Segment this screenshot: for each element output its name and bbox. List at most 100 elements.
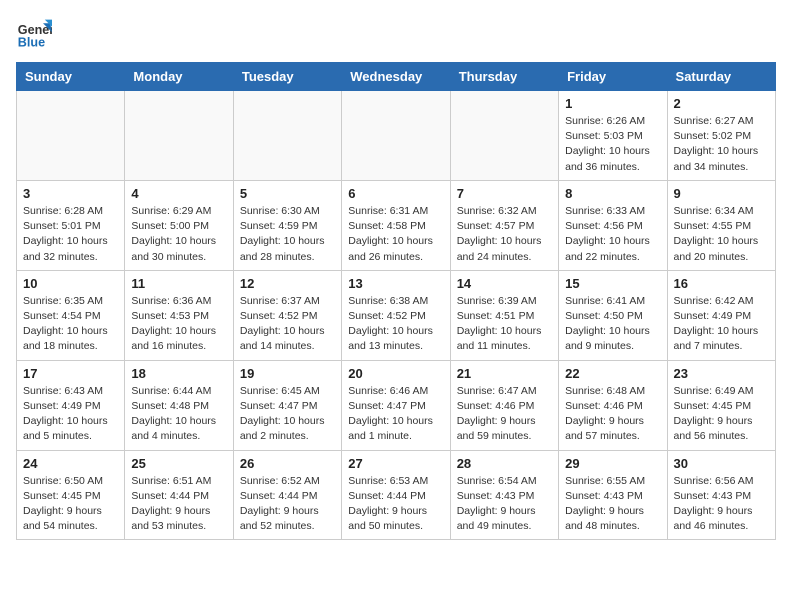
day-info: Sunrise: 6:44 AM Sunset: 4:48 PM Dayligh… xyxy=(131,384,226,445)
day-info: Sunrise: 6:41 AM Sunset: 4:50 PM Dayligh… xyxy=(565,294,660,355)
day-info: Sunrise: 6:34 AM Sunset: 4:55 PM Dayligh… xyxy=(674,204,769,265)
day-number: 3 xyxy=(23,186,118,201)
day-number: 19 xyxy=(240,366,335,381)
calendar-week-row: 24 Sunrise: 6:50 AM Sunset: 4:45 PM Dayli… xyxy=(17,450,776,540)
day-number: 6 xyxy=(348,186,443,201)
day-number: 27 xyxy=(348,456,443,471)
day-info: Sunrise: 6:49 AM Sunset: 4:45 PM Dayligh… xyxy=(674,384,769,445)
day-number: 9 xyxy=(674,186,769,201)
logo: General Blue xyxy=(16,16,56,52)
day-info: Sunrise: 6:33 AM Sunset: 4:56 PM Dayligh… xyxy=(565,204,660,265)
calendar-week-row: 3 Sunrise: 6:28 AM Sunset: 5:01 PM Daylig… xyxy=(17,180,776,270)
day-number: 28 xyxy=(457,456,552,471)
calendar-cell: 20 Sunrise: 6:46 AM Sunset: 4:47 PM Dayli… xyxy=(342,360,450,450)
day-info: Sunrise: 6:31 AM Sunset: 4:58 PM Dayligh… xyxy=(348,204,443,265)
logo-icon: General Blue xyxy=(16,16,52,52)
day-info: Sunrise: 6:42 AM Sunset: 4:49 PM Dayligh… xyxy=(674,294,769,355)
day-info: Sunrise: 6:26 AM Sunset: 5:03 PM Dayligh… xyxy=(565,114,660,175)
day-info: Sunrise: 6:54 AM Sunset: 4:43 PM Dayligh… xyxy=(457,474,552,535)
calendar-cell: 1 Sunrise: 6:26 AM Sunset: 5:03 PM Daylig… xyxy=(559,91,667,181)
day-info: Sunrise: 6:53 AM Sunset: 4:44 PM Dayligh… xyxy=(348,474,443,535)
calendar-cell xyxy=(233,91,341,181)
calendar-cell: 7 Sunrise: 6:32 AM Sunset: 4:57 PM Daylig… xyxy=(450,180,558,270)
day-info: Sunrise: 6:32 AM Sunset: 4:57 PM Dayligh… xyxy=(457,204,552,265)
calendar-cell: 3 Sunrise: 6:28 AM Sunset: 5:01 PM Daylig… xyxy=(17,180,125,270)
calendar-cell xyxy=(342,91,450,181)
day-info: Sunrise: 6:48 AM Sunset: 4:46 PM Dayligh… xyxy=(565,384,660,445)
day-info: Sunrise: 6:37 AM Sunset: 4:52 PM Dayligh… xyxy=(240,294,335,355)
day-number: 13 xyxy=(348,276,443,291)
weekday-header-friday: Friday xyxy=(559,63,667,91)
calendar-cell: 13 Sunrise: 6:38 AM Sunset: 4:52 PM Dayli… xyxy=(342,270,450,360)
calendar-cell: 18 Sunrise: 6:44 AM Sunset: 4:48 PM Dayli… xyxy=(125,360,233,450)
day-number: 10 xyxy=(23,276,118,291)
day-info: Sunrise: 6:39 AM Sunset: 4:51 PM Dayligh… xyxy=(457,294,552,355)
day-number: 20 xyxy=(348,366,443,381)
day-number: 7 xyxy=(457,186,552,201)
day-number: 22 xyxy=(565,366,660,381)
weekday-header-saturday: Saturday xyxy=(667,63,775,91)
day-number: 15 xyxy=(565,276,660,291)
calendar-cell: 24 Sunrise: 6:50 AM Sunset: 4:45 PM Dayli… xyxy=(17,450,125,540)
day-info: Sunrise: 6:52 AM Sunset: 4:44 PM Dayligh… xyxy=(240,474,335,535)
weekday-header-wednesday: Wednesday xyxy=(342,63,450,91)
day-info: Sunrise: 6:35 AM Sunset: 4:54 PM Dayligh… xyxy=(23,294,118,355)
calendar-cell: 27 Sunrise: 6:53 AM Sunset: 4:44 PM Dayli… xyxy=(342,450,450,540)
day-number: 24 xyxy=(23,456,118,471)
day-number: 26 xyxy=(240,456,335,471)
day-number: 25 xyxy=(131,456,226,471)
calendar-cell: 12 Sunrise: 6:37 AM Sunset: 4:52 PM Dayli… xyxy=(233,270,341,360)
calendar-cell: 6 Sunrise: 6:31 AM Sunset: 4:58 PM Daylig… xyxy=(342,180,450,270)
calendar-cell: 17Sunrise: 6:43 AM Sunset: 4:49 PM Dayli… xyxy=(17,360,125,450)
day-info: Sunrise: 6:50 AM Sunset: 4:45 PM Dayligh… xyxy=(23,474,118,535)
day-info: Sunrise: 6:46 AM Sunset: 4:47 PM Dayligh… xyxy=(348,384,443,445)
day-info: Sunrise: 6:36 AM Sunset: 4:53 PM Dayligh… xyxy=(131,294,226,355)
day-info: Sunrise: 6:27 AM Sunset: 5:02 PM Dayligh… xyxy=(674,114,769,175)
day-info: Sunrise: 6:30 AM Sunset: 4:59 PM Dayligh… xyxy=(240,204,335,265)
calendar-cell: 4 Sunrise: 6:29 AM Sunset: 5:00 PM Daylig… xyxy=(125,180,233,270)
day-number: 2 xyxy=(674,96,769,111)
calendar-cell: 22 Sunrise: 6:48 AM Sunset: 4:46 PM Dayli… xyxy=(559,360,667,450)
calendar-week-row: 17Sunrise: 6:43 AM Sunset: 4:49 PM Dayli… xyxy=(17,360,776,450)
calendar-cell: 23Sunrise: 6:49 AM Sunset: 4:45 PM Dayli… xyxy=(667,360,775,450)
calendar-cell: 5 Sunrise: 6:30 AM Sunset: 4:59 PM Daylig… xyxy=(233,180,341,270)
calendar-cell: 29Sunrise: 6:55 AM Sunset: 4:43 PM Dayli… xyxy=(559,450,667,540)
day-info: Sunrise: 6:29 AM Sunset: 5:00 PM Dayligh… xyxy=(131,204,226,265)
calendar-cell xyxy=(450,91,558,181)
calendar-cell: 9 Sunrise: 6:34 AM Sunset: 4:55 PM Daylig… xyxy=(667,180,775,270)
day-number: 4 xyxy=(131,186,226,201)
calendar-cell: 14 Sunrise: 6:39 AM Sunset: 4:51 PM Dayli… xyxy=(450,270,558,360)
calendar-cell: 8 Sunrise: 6:33 AM Sunset: 4:56 PM Daylig… xyxy=(559,180,667,270)
page-header: General Blue xyxy=(16,16,776,52)
day-number: 8 xyxy=(565,186,660,201)
day-number: 29 xyxy=(565,456,660,471)
calendar-cell xyxy=(17,91,125,181)
weekday-header-tuesday: Tuesday xyxy=(233,63,341,91)
calendar-cell: 25 Sunrise: 6:51 AM Sunset: 4:44 PM Dayli… xyxy=(125,450,233,540)
day-info: Sunrise: 6:28 AM Sunset: 5:01 PM Dayligh… xyxy=(23,204,118,265)
calendar-cell: 11 Sunrise: 6:36 AM Sunset: 4:53 PM Dayli… xyxy=(125,270,233,360)
day-number: 21 xyxy=(457,366,552,381)
calendar-cell: 16 Sunrise: 6:42 AM Sunset: 4:49 PM Dayli… xyxy=(667,270,775,360)
day-number: 17 xyxy=(23,366,118,381)
day-info: Sunrise: 6:45 AM Sunset: 4:47 PM Dayligh… xyxy=(240,384,335,445)
calendar-week-row: 1 Sunrise: 6:26 AM Sunset: 5:03 PM Daylig… xyxy=(17,91,776,181)
day-number: 18 xyxy=(131,366,226,381)
day-number: 30 xyxy=(674,456,769,471)
day-number: 12 xyxy=(240,276,335,291)
calendar-cell: 2 Sunrise: 6:27 AM Sunset: 5:02 PM Daylig… xyxy=(667,91,775,181)
day-number: 11 xyxy=(131,276,226,291)
svg-text:Blue: Blue xyxy=(18,36,45,50)
day-number: 16 xyxy=(674,276,769,291)
weekday-header-thursday: Thursday xyxy=(450,63,558,91)
calendar-table: SundayMondayTuesdayWednesdayThursdayFrid… xyxy=(16,62,776,540)
day-info: Sunrise: 6:38 AM Sunset: 4:52 PM Dayligh… xyxy=(348,294,443,355)
day-number: 1 xyxy=(565,96,660,111)
calendar-cell: 10 Sunrise: 6:35 AM Sunset: 4:54 PM Dayli… xyxy=(17,270,125,360)
day-info: Sunrise: 6:47 AM Sunset: 4:46 PM Dayligh… xyxy=(457,384,552,445)
calendar-cell xyxy=(125,91,233,181)
day-number: 5 xyxy=(240,186,335,201)
calendar-week-row: 10 Sunrise: 6:35 AM Sunset: 4:54 PM Dayli… xyxy=(17,270,776,360)
day-info: Sunrise: 6:51 AM Sunset: 4:44 PM Dayligh… xyxy=(131,474,226,535)
day-number: 14 xyxy=(457,276,552,291)
